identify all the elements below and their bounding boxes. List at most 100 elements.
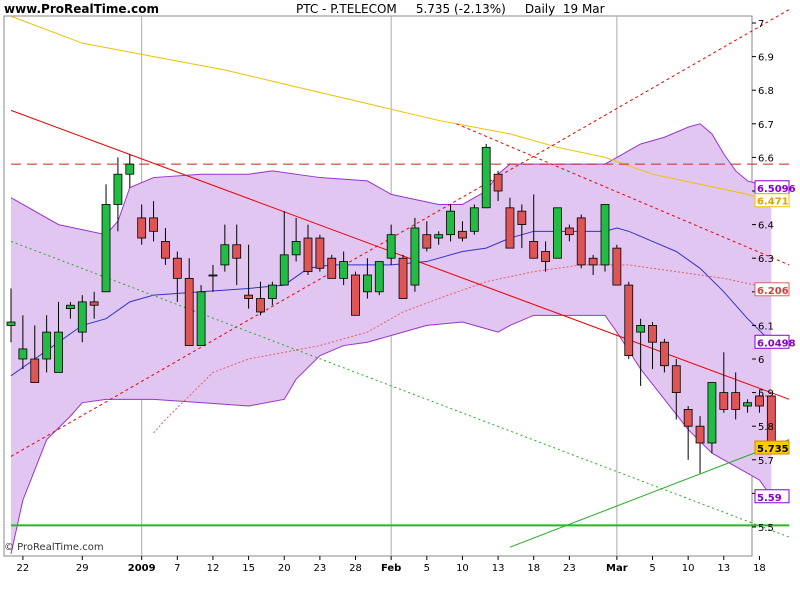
candle-up [553, 207, 562, 259]
x-tick-label: 20 [278, 563, 291, 574]
candle-up [374, 261, 384, 293]
price-tag: 5.735 [757, 444, 789, 455]
x-tick-label: 23 [314, 563, 327, 574]
price-tag: 6.206 [757, 286, 789, 297]
x-tick-label: 7 [174, 563, 180, 574]
x-tick-label: 2009 [128, 563, 156, 574]
y-tick-label: 5.9 [758, 389, 774, 400]
candle-up [410, 227, 420, 286]
x-tick-label: 18 [753, 563, 766, 574]
candle-down [660, 341, 669, 367]
x-tick-label: Mar [606, 563, 628, 574]
candle-down [517, 210, 527, 226]
y-tick-label: 6.3 [758, 254, 774, 265]
x-tick-label: 10 [682, 563, 695, 574]
candle-down [671, 365, 681, 394]
price-chart: 76.96.86.76.66.56.46.36.26.165.95.85.75.… [3, 9, 796, 574]
candle-down [161, 240, 170, 259]
price-tag: 6.471 [757, 197, 789, 208]
x-tick-label: 29 [76, 563, 89, 574]
candle-down [30, 358, 40, 383]
candle-down [564, 227, 574, 236]
candle-down [398, 257, 408, 299]
candle-down [683, 408, 693, 427]
candle-down [149, 217, 158, 232]
candle-up [600, 204, 610, 266]
y-tick-label: 5.8 [758, 422, 774, 433]
candle-down [351, 274, 360, 316]
candle-down [256, 298, 265, 313]
candle-up [54, 331, 63, 373]
candle-down [244, 294, 254, 299]
y-tick-label: 6.9 [758, 53, 774, 64]
candle-down [731, 392, 741, 410]
x-tick-label: 28 [349, 563, 362, 574]
x-tick-label: Feb [381, 563, 401, 574]
x-tick-label: 12 [207, 563, 220, 574]
candle-up [386, 234, 396, 259]
candle-up [66, 304, 75, 309]
candle-down [137, 217, 147, 239]
x-tick-label: 13 [717, 563, 730, 574]
y-tick-label: 6.1 [758, 321, 774, 332]
candle-down [172, 257, 182, 279]
price-tag: 6.0498 [757, 338, 796, 349]
y-tick-label: 6.6 [758, 153, 774, 164]
candle-down [624, 284, 634, 357]
price-tag: 5.59 [757, 493, 782, 504]
y-tick-label: 7 [758, 19, 764, 30]
candle-down [493, 173, 503, 192]
x-tick-label: 23 [563, 563, 576, 574]
y-tick-label: 5.5 [758, 523, 774, 534]
x-tick-label: 22 [17, 563, 30, 574]
y-tick-label: 5.7 [758, 456, 774, 467]
candle-up [196, 291, 206, 346]
candle-down [588, 257, 598, 266]
candle-up [208, 274, 218, 277]
candle-down [541, 251, 550, 262]
x-tick-label: 5 [424, 563, 430, 574]
candle-up [77, 301, 87, 333]
x-tick-label: 18 [527, 563, 540, 574]
candle-down [719, 392, 729, 410]
watermark: © ProRealTime.com [4, 542, 104, 553]
candle-up [101, 204, 111, 293]
candle-up [291, 240, 301, 256]
candle-up [6, 321, 16, 326]
y-tick-label: 6 [758, 355, 764, 366]
candle-down [505, 207, 515, 249]
candle-up [220, 244, 230, 266]
candle-up [434, 234, 444, 239]
candle-up [18, 348, 28, 360]
candle-up [42, 331, 52, 360]
candle-down [315, 237, 325, 269]
candle-up [481, 146, 491, 209]
candle-up [279, 254, 289, 286]
candle-down [695, 425, 705, 444]
y-tick-label: 6.8 [758, 86, 774, 97]
price-tag: 6.5096 [757, 184, 796, 195]
candle-down [458, 230, 467, 239]
candle-up [113, 173, 123, 205]
candle-up [636, 324, 646, 333]
x-tick-label: 15 [242, 563, 255, 574]
candle-up [339, 261, 349, 279]
x-tick-label: 10 [456, 563, 469, 574]
candle-up [267, 284, 277, 299]
x-tick-label: 5 [649, 563, 655, 574]
candle-up [362, 274, 372, 293]
candle-up [743, 402, 752, 407]
candle-down [612, 247, 622, 286]
candle-down [422, 234, 432, 249]
candle-down [648, 324, 657, 343]
y-tick-label: 6.4 [758, 221, 774, 232]
candle-up [469, 207, 479, 232]
candle-down [89, 301, 99, 306]
candle-down [184, 277, 194, 346]
candle-down [576, 217, 586, 266]
candle-down [303, 237, 313, 273]
candle-up [125, 163, 135, 175]
x-tick-label: 13 [492, 563, 505, 574]
candle-up [446, 210, 455, 236]
candle-down [529, 240, 539, 259]
